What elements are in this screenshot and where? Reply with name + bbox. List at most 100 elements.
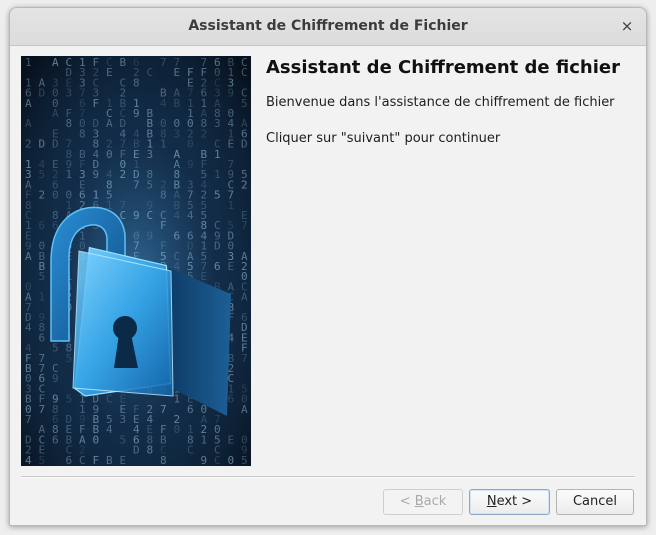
button-separator <box>21 476 635 478</box>
svg-text:5: 5 <box>66 393 73 406</box>
next-label-rest: ext > <box>496 494 533 509</box>
svg-text:6: 6 <box>187 403 194 416</box>
svg-text:3: 3 <box>174 127 181 140</box>
svg-text:C: C <box>187 444 194 457</box>
svg-text:A: A <box>52 107 59 120</box>
svg-text:7: 7 <box>241 219 248 232</box>
title-bar[interactable]: Assistant de Chiffrement de Fichier × <box>10 8 646 46</box>
svg-text:7: 7 <box>39 403 46 416</box>
wizard-banner-image: 116AA213AF8C1E9A0A7D44FB03B07D24ADD45260… <box>21 56 251 466</box>
svg-text:C: C <box>241 66 248 79</box>
svg-text:8: 8 <box>66 117 73 130</box>
svg-text:6: 6 <box>66 454 73 466</box>
svg-text:5: 5 <box>147 178 154 191</box>
svg-text:2: 2 <box>39 189 46 202</box>
svg-text:6: 6 <box>174 229 181 242</box>
svg-text:9: 9 <box>133 107 140 120</box>
svg-text:D: D <box>39 138 46 151</box>
svg-text:7: 7 <box>25 413 32 426</box>
back-label-rest: ack <box>423 494 447 509</box>
svg-text:E: E <box>228 138 235 151</box>
svg-text:9: 9 <box>187 158 194 171</box>
svg-text:1: 1 <box>66 168 73 181</box>
svg-text:8: 8 <box>79 127 86 140</box>
svg-text:E: E <box>228 433 235 446</box>
next-button[interactable]: Next > <box>469 489 550 515</box>
svg-text:4: 4 <box>25 321 32 334</box>
svg-text:D: D <box>214 240 221 253</box>
svg-text:9: 9 <box>52 372 59 385</box>
svg-text:B: B <box>106 454 113 466</box>
svg-text:5: 5 <box>120 433 127 446</box>
svg-text:C: C <box>147 66 154 79</box>
svg-text:D: D <box>133 444 140 457</box>
back-button[interactable]: < Back <box>383 489 463 515</box>
instruction-text: Cliquer sur "suivant" pour continuer <box>266 131 501 146</box>
svg-text:3: 3 <box>214 117 221 130</box>
back-label-prefix: < <box>399 494 415 509</box>
svg-text:5: 5 <box>241 454 248 466</box>
svg-text:0: 0 <box>174 423 181 436</box>
svg-text:0: 0 <box>93 433 100 446</box>
svg-text:F: F <box>160 219 167 232</box>
svg-text:0: 0 <box>228 454 235 466</box>
svg-text:6: 6 <box>228 393 235 406</box>
svg-text:5: 5 <box>39 454 46 466</box>
cancel-button[interactable]: Cancel <box>556 489 634 515</box>
welcome-text: Bienvenue dans l'assistance de chiffreme… <box>266 95 615 110</box>
close-icon[interactable]: × <box>618 17 636 35</box>
svg-text:C: C <box>147 209 154 222</box>
padlock-icon: 116AA213AF8C1E9A0A7D44FB03B07D24ADD45260… <box>21 56 251 466</box>
svg-text:D: D <box>39 87 46 100</box>
svg-text:A: A <box>25 250 32 263</box>
page-title: Assistant de Chiffrement de fichier <box>266 57 620 78</box>
svg-text:6: 6 <box>39 219 46 232</box>
svg-text:1: 1 <box>174 393 181 406</box>
svg-text:3: 3 <box>66 87 73 100</box>
svg-text:9: 9 <box>133 209 140 222</box>
window-title: Assistant de Chiffrement de Fichier <box>188 18 468 34</box>
svg-text:1: 1 <box>201 433 208 446</box>
svg-text:1: 1 <box>160 138 167 151</box>
svg-text:2: 2 <box>25 138 32 151</box>
svg-text:6: 6 <box>52 433 59 446</box>
svg-text:7: 7 <box>160 403 167 416</box>
wizard-window: Assistant de Chiffrement de Fichier × 1 … <box>9 7 647 526</box>
svg-text:A: A <box>106 117 113 130</box>
svg-text:8: 8 <box>147 444 154 457</box>
svg-text:9: 9 <box>147 229 154 242</box>
svg-text:4: 4 <box>187 209 194 222</box>
next-label-mnemonic: N <box>486 494 497 509</box>
svg-text:0: 0 <box>187 138 194 151</box>
svg-text:8: 8 <box>133 76 140 89</box>
svg-text:9: 9 <box>93 168 100 181</box>
svg-text:1: 1 <box>25 56 32 69</box>
svg-text:A: A <box>241 403 248 416</box>
svg-text:D: D <box>52 138 59 151</box>
svg-text:3: 3 <box>147 148 154 161</box>
svg-text:B: B <box>120 56 127 69</box>
svg-text:E: E <box>174 66 181 79</box>
svg-text:A: A <box>25 117 32 130</box>
svg-text:3: 3 <box>120 413 127 426</box>
svg-text:4: 4 <box>160 97 167 110</box>
svg-text:9: 9 <box>228 87 235 100</box>
svg-text:E: E <box>106 66 113 79</box>
svg-text:5: 5 <box>66 352 73 365</box>
svg-text:D: D <box>241 138 248 151</box>
svg-text:5: 5 <box>241 97 248 110</box>
svg-text:7: 7 <box>133 178 140 191</box>
svg-text:1: 1 <box>214 148 221 161</box>
svg-text:6: 6 <box>39 331 46 344</box>
wizard-content: Assistant de Chiffrement de fichier Bien… <box>266 56 638 146</box>
svg-text:F: F <box>93 454 100 466</box>
svg-text:1: 1 <box>39 291 46 304</box>
svg-text:E: E <box>201 270 208 283</box>
svg-text:E: E <box>120 454 127 466</box>
svg-text:7: 7 <box>160 56 167 69</box>
svg-text:5: 5 <box>39 168 46 181</box>
svg-text:5: 5 <box>214 189 221 202</box>
svg-text:4: 4 <box>25 454 32 466</box>
svg-text:A: A <box>241 291 248 304</box>
svg-text:5: 5 <box>39 270 46 283</box>
